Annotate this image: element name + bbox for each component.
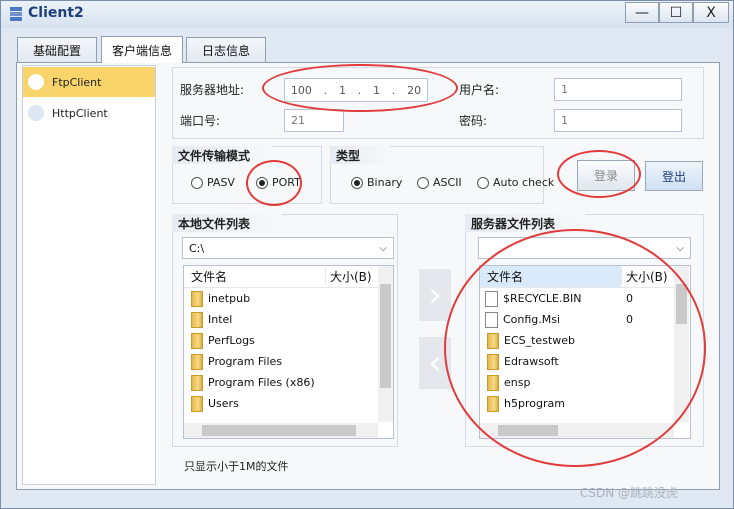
tab-client-info[interactable]: 客户端信息 — [101, 36, 183, 63]
local-files-title: 本地文件列表 — [172, 214, 282, 232]
close-button[interactable]: X — [693, 2, 729, 23]
folder-icon — [191, 395, 203, 412]
local-vertical-scrollbar[interactable] — [378, 266, 393, 422]
local-list-header: 文件名 大小(B) — [184, 266, 393, 288]
window-title: Client2 — [28, 5, 84, 21]
client-icon — [28, 74, 44, 90]
close-icon: X — [706, 4, 716, 21]
password-input[interactable]: 1 — [554, 109, 682, 132]
local-path-select[interactable]: C:\ ⌵ — [182, 237, 394, 259]
radio-circle — [477, 176, 489, 189]
minimize-icon: — — [635, 4, 649, 21]
chevron-down-icon: ⌵ — [379, 243, 387, 254]
scrollbar-thumb[interactable] — [380, 284, 391, 388]
tab-basic-config[interactable]: 基础配置 — [17, 37, 97, 62]
username-label: 用户名: — [459, 83, 500, 97]
radio-ascii[interactable]: ASCII — [417, 176, 462, 189]
username-input[interactable]: 1 — [554, 78, 682, 101]
file-row[interactable]: Intel — [184, 309, 393, 330]
radio-circle — [417, 176, 429, 189]
scrollbar-thumb[interactable] — [202, 425, 356, 436]
file-row[interactable]: Program Files — [184, 351, 393, 372]
file-row[interactable]: Program Files (x86) — [184, 372, 393, 393]
type-title: 类型 — [330, 146, 390, 164]
list-item-label: HttpClient — [52, 106, 108, 120]
local-horizontal-scrollbar[interactable] — [184, 423, 378, 438]
file-row[interactable]: Users — [184, 393, 393, 414]
radio-circle — [191, 176, 203, 189]
tab-log-info[interactable]: 日志信息 — [186, 37, 266, 62]
list-item-httpclient[interactable]: HttpClient — [23, 98, 155, 128]
radio-circle-selected — [351, 176, 363, 189]
watermark: CSDN @跳跳没虎 — [580, 486, 679, 500]
file-row[interactable]: inetpub — [184, 288, 393, 309]
logout-button[interactable]: 登出 — [645, 161, 703, 191]
app-icon — [10, 7, 22, 21]
folder-icon — [191, 311, 203, 328]
chevron-right-icon: › — [428, 275, 442, 315]
client-icon — [28, 105, 44, 121]
size-limit-note: 只显示小于1M的文件 — [184, 460, 289, 473]
annotation-circle-server-ip — [262, 64, 458, 112]
folder-icon — [191, 353, 203, 370]
radio-auto-check[interactable]: Auto check — [477, 176, 554, 189]
folder-icon — [191, 290, 203, 307]
folder-icon — [191, 332, 203, 349]
annotation-circle-port-mode — [246, 160, 302, 206]
file-row[interactable]: PerfLogs — [184, 330, 393, 351]
port-input[interactable]: 21 — [284, 109, 344, 132]
list-item-ftpclient[interactable]: FtpClient — [23, 67, 155, 97]
port-label: 端口号: — [180, 114, 221, 128]
annotation-circle-login — [557, 150, 641, 198]
server-address-label: 服务器地址: — [180, 83, 245, 97]
col-header-name[interactable]: 文件名 — [184, 268, 325, 285]
transfer-mode-title: 文件传输模式 — [172, 146, 272, 164]
client-type-list: FtpClient HttpClient — [22, 65, 156, 485]
upload-arrow-button[interactable]: › — [419, 269, 451, 321]
chevron-left-icon: ‹ — [428, 343, 442, 383]
minimize-button[interactable]: — — [625, 2, 659, 23]
list-item-label: FtpClient — [52, 75, 102, 89]
chevron-down-icon: ⌵ — [676, 243, 684, 254]
col-header-size[interactable]: 大小(B) — [325, 268, 377, 285]
maximize-button[interactable]: ☐ — [659, 2, 693, 23]
folder-icon — [191, 374, 203, 391]
annotation-circle-server-files — [444, 229, 706, 467]
radio-binary[interactable]: Binary — [351, 176, 402, 189]
maximize-icon: ☐ — [669, 4, 683, 21]
title-bar[interactable] — [1, 1, 733, 28]
radio-pasv[interactable]: PASV — [191, 176, 235, 189]
local-file-list: 文件名 大小(B) inetpub Intel PerfLogs Program… — [183, 265, 394, 439]
password-label: 密码: — [459, 114, 488, 128]
